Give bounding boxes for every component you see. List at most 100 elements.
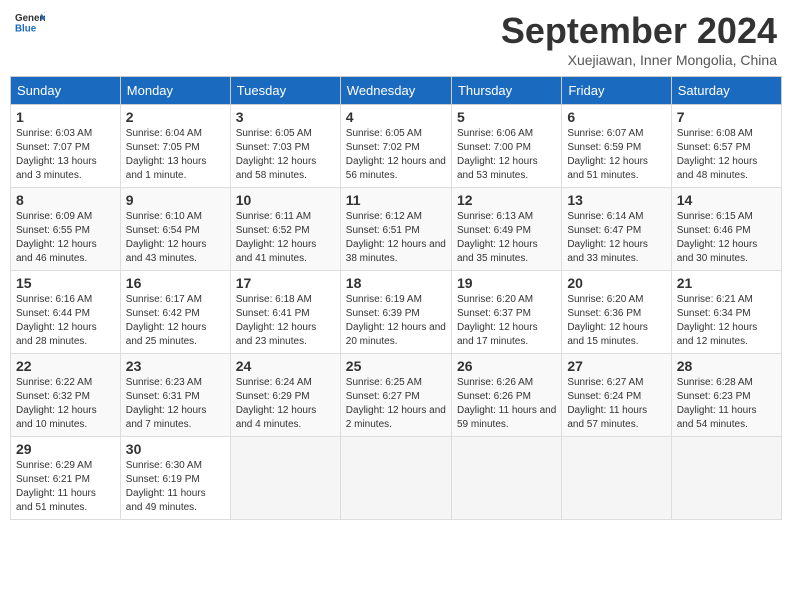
calendar-cell: 20Sunrise: 6:20 AM Sunset: 6:36 PM Dayli… bbox=[562, 271, 671, 354]
day-info: Sunrise: 6:22 AM Sunset: 6:32 PM Dayligh… bbox=[16, 376, 115, 432]
calendar-cell: 6 Sunrise: 6:07 AM Sunset: 6:59 PM Daylig… bbox=[562, 105, 671, 188]
day-number: 21 bbox=[677, 275, 776, 291]
day-number: 16 bbox=[126, 275, 225, 291]
calendar-cell: 2Sunrise: 6:04 AM Sunset: 7:05 PM Daylig… bbox=[120, 105, 230, 188]
header-day-sunday: Sunday bbox=[11, 77, 121, 105]
day-number: 13 bbox=[567, 192, 665, 208]
day-info: Sunrise: 6:13 AM Sunset: 6:49 PM Dayligh… bbox=[457, 210, 556, 266]
calendar-cell: 12 Sunrise: 6:13 AM Sunset: 6:49 PM Dayli… bbox=[451, 188, 561, 271]
location-subtitle: Xuejiawan, Inner Mongolia, China bbox=[501, 52, 777, 68]
calendar-cell: 11Sunrise: 6:12 AM Sunset: 6:51 PM Dayli… bbox=[340, 188, 451, 271]
day-info: Sunrise: 6:04 AM Sunset: 7:05 PM Dayligh… bbox=[126, 127, 225, 183]
calendar-cell: 28 Sunrise: 6:28 AM Sunset: 6:23 PM Dayli… bbox=[671, 354, 781, 437]
day-info: Sunrise: 6:07 AM Sunset: 6:59 PM Dayligh… bbox=[567, 127, 665, 183]
calendar-cell: 16 Sunrise: 6:17 AM Sunset: 6:42 PM Dayli… bbox=[120, 271, 230, 354]
calendar-cell bbox=[562, 437, 671, 520]
day-info: Sunrise: 6:25 AM Sunset: 6:27 PM Dayligh… bbox=[346, 376, 446, 432]
header-day-friday: Friday bbox=[562, 77, 671, 105]
calendar-cell: 30 Sunrise: 6:30 AM Sunset: 6:19 PM Dayli… bbox=[120, 437, 230, 520]
calendar-cell: 22 Sunrise: 6:22 AM Sunset: 6:32 PM Dayli… bbox=[11, 354, 121, 437]
day-number: 7 bbox=[677, 109, 776, 125]
day-info: Sunrise: 6:29 AM Sunset: 6:21 PM Dayligh… bbox=[16, 459, 115, 515]
calendar-cell bbox=[340, 437, 451, 520]
day-number: 22 bbox=[16, 358, 115, 374]
calendar-cell: 8 Sunrise: 6:09 AM Sunset: 6:55 PM Daylig… bbox=[11, 188, 121, 271]
svg-text:General: General bbox=[15, 13, 45, 24]
day-number: 12 bbox=[457, 192, 556, 208]
day-info: Sunrise: 6:14 AM Sunset: 6:47 PM Dayligh… bbox=[567, 210, 665, 266]
day-info: Sunrise: 6:30 AM Sunset: 6:19 PM Dayligh… bbox=[126, 459, 225, 515]
day-info: Sunrise: 6:17 AM Sunset: 6:42 PM Dayligh… bbox=[126, 293, 225, 349]
day-info: Sunrise: 6:21 AM Sunset: 6:34 PM Dayligh… bbox=[677, 293, 776, 349]
day-info: Sunrise: 6:20 AM Sunset: 6:37 PM Dayligh… bbox=[457, 293, 556, 349]
day-number: 18 bbox=[346, 275, 446, 291]
day-info: Sunrise: 6:10 AM Sunset: 6:54 PM Dayligh… bbox=[126, 210, 225, 266]
day-info: Sunrise: 6:26 AM Sunset: 6:26 PM Dayligh… bbox=[457, 376, 556, 432]
calendar-cell: 18Sunrise: 6:19 AM Sunset: 6:39 PM Dayli… bbox=[340, 271, 451, 354]
day-number: 27 bbox=[567, 358, 665, 374]
svg-text:Blue: Blue bbox=[15, 24, 37, 35]
calendar-week-row: 1 Sunrise: 6:03 AM Sunset: 7:07 PM Daylig… bbox=[11, 105, 782, 188]
day-number: 11 bbox=[346, 192, 446, 208]
day-number: 5 bbox=[457, 109, 556, 125]
calendar-cell: 17 Sunrise: 6:18 AM Sunset: 6:41 PM Dayli… bbox=[230, 271, 340, 354]
calendar-cell: 1 Sunrise: 6:03 AM Sunset: 7:07 PM Daylig… bbox=[11, 105, 121, 188]
calendar-week-row: 15 Sunrise: 6:16 AM Sunset: 6:44 PM Dayli… bbox=[11, 271, 782, 354]
day-number: 6 bbox=[567, 109, 665, 125]
header-day-thursday: Thursday bbox=[451, 77, 561, 105]
day-info: Sunrise: 6:05 AM Sunset: 7:03 PM Dayligh… bbox=[236, 127, 335, 183]
day-number: 9 bbox=[126, 192, 225, 208]
day-number: 25 bbox=[346, 358, 446, 374]
calendar-header-row: SundayMondayTuesdayWednesdayThursdayFrid… bbox=[11, 77, 782, 105]
calendar-cell: 19 Sunrise: 6:20 AM Sunset: 6:37 PM Dayli… bbox=[451, 271, 561, 354]
title-area: September 2024 Xuejiawan, Inner Mongolia… bbox=[501, 10, 777, 68]
calendar-cell: 10 Sunrise: 6:11 AM Sunset: 6:52 PM Dayli… bbox=[230, 188, 340, 271]
month-title: September 2024 bbox=[501, 10, 777, 52]
calendar-cell: 21 Sunrise: 6:21 AM Sunset: 6:34 PM Dayli… bbox=[671, 271, 781, 354]
calendar-cell: 26 Sunrise: 6:26 AM Sunset: 6:26 PM Dayli… bbox=[451, 354, 561, 437]
header: General Blue September 2024 Xuejiawan, I… bbox=[10, 10, 782, 68]
day-number: 8 bbox=[16, 192, 115, 208]
day-number: 30 bbox=[126, 441, 225, 457]
day-number: 15 bbox=[16, 275, 115, 291]
day-info: Sunrise: 6:16 AM Sunset: 6:44 PM Dayligh… bbox=[16, 293, 115, 349]
calendar-cell: 25 Sunrise: 6:25 AM Sunset: 6:27 PM Dayli… bbox=[340, 354, 451, 437]
day-number: 19 bbox=[457, 275, 556, 291]
calendar-cell: 13 Sunrise: 6:14 AM Sunset: 6:47 PM Dayli… bbox=[562, 188, 671, 271]
calendar-cell bbox=[230, 437, 340, 520]
day-number: 28 bbox=[677, 358, 776, 374]
day-info: Sunrise: 6:28 AM Sunset: 6:23 PM Dayligh… bbox=[677, 376, 776, 432]
day-number: 3 bbox=[236, 109, 335, 125]
calendar-cell: 4Sunrise: 6:05 AM Sunset: 7:02 PM Daylig… bbox=[340, 105, 451, 188]
calendar-cell: 7 Sunrise: 6:08 AM Sunset: 6:57 PM Daylig… bbox=[671, 105, 781, 188]
day-number: 20 bbox=[567, 275, 665, 291]
calendar-cell: 23Sunrise: 6:23 AM Sunset: 6:31 PM Dayli… bbox=[120, 354, 230, 437]
day-info: Sunrise: 6:27 AM Sunset: 6:24 PM Dayligh… bbox=[567, 376, 665, 432]
day-number: 24 bbox=[236, 358, 335, 374]
calendar-cell: 5 Sunrise: 6:06 AM Sunset: 7:00 PM Daylig… bbox=[451, 105, 561, 188]
day-number: 29 bbox=[16, 441, 115, 457]
calendar-table: SundayMondayTuesdayWednesdayThursdayFrid… bbox=[10, 76, 782, 520]
calendar-cell: 3 Sunrise: 6:05 AM Sunset: 7:03 PM Daylig… bbox=[230, 105, 340, 188]
day-number: 10 bbox=[236, 192, 335, 208]
calendar-cell: 27 Sunrise: 6:27 AM Sunset: 6:24 PM Dayli… bbox=[562, 354, 671, 437]
header-day-monday: Monday bbox=[120, 77, 230, 105]
day-info: Sunrise: 6:18 AM Sunset: 6:41 PM Dayligh… bbox=[236, 293, 335, 349]
day-info: Sunrise: 6:08 AM Sunset: 6:57 PM Dayligh… bbox=[677, 127, 776, 183]
day-number: 14 bbox=[677, 192, 776, 208]
day-info: Sunrise: 6:06 AM Sunset: 7:00 PM Dayligh… bbox=[457, 127, 556, 183]
calendar-cell: 14Sunrise: 6:15 AM Sunset: 6:46 PM Dayli… bbox=[671, 188, 781, 271]
calendar-cell: 9 Sunrise: 6:10 AM Sunset: 6:54 PM Daylig… bbox=[120, 188, 230, 271]
day-info: Sunrise: 6:09 AM Sunset: 6:55 PM Dayligh… bbox=[16, 210, 115, 266]
day-info: Sunrise: 6:24 AM Sunset: 6:29 PM Dayligh… bbox=[236, 376, 335, 432]
day-number: 26 bbox=[457, 358, 556, 374]
calendar-cell: 29 Sunrise: 6:29 AM Sunset: 6:21 PM Dayli… bbox=[11, 437, 121, 520]
day-number: 1 bbox=[16, 109, 115, 125]
day-info: Sunrise: 6:03 AM Sunset: 7:07 PM Dayligh… bbox=[16, 127, 115, 183]
day-info: Sunrise: 6:11 AM Sunset: 6:52 PM Dayligh… bbox=[236, 210, 335, 266]
day-number: 17 bbox=[236, 275, 335, 291]
calendar-week-row: 22 Sunrise: 6:22 AM Sunset: 6:32 PM Dayli… bbox=[11, 354, 782, 437]
day-info: Sunrise: 6:23 AM Sunset: 6:31 PM Dayligh… bbox=[126, 376, 225, 432]
header-day-wednesday: Wednesday bbox=[340, 77, 451, 105]
day-info: Sunrise: 6:05 AM Sunset: 7:02 PM Dayligh… bbox=[346, 127, 446, 183]
